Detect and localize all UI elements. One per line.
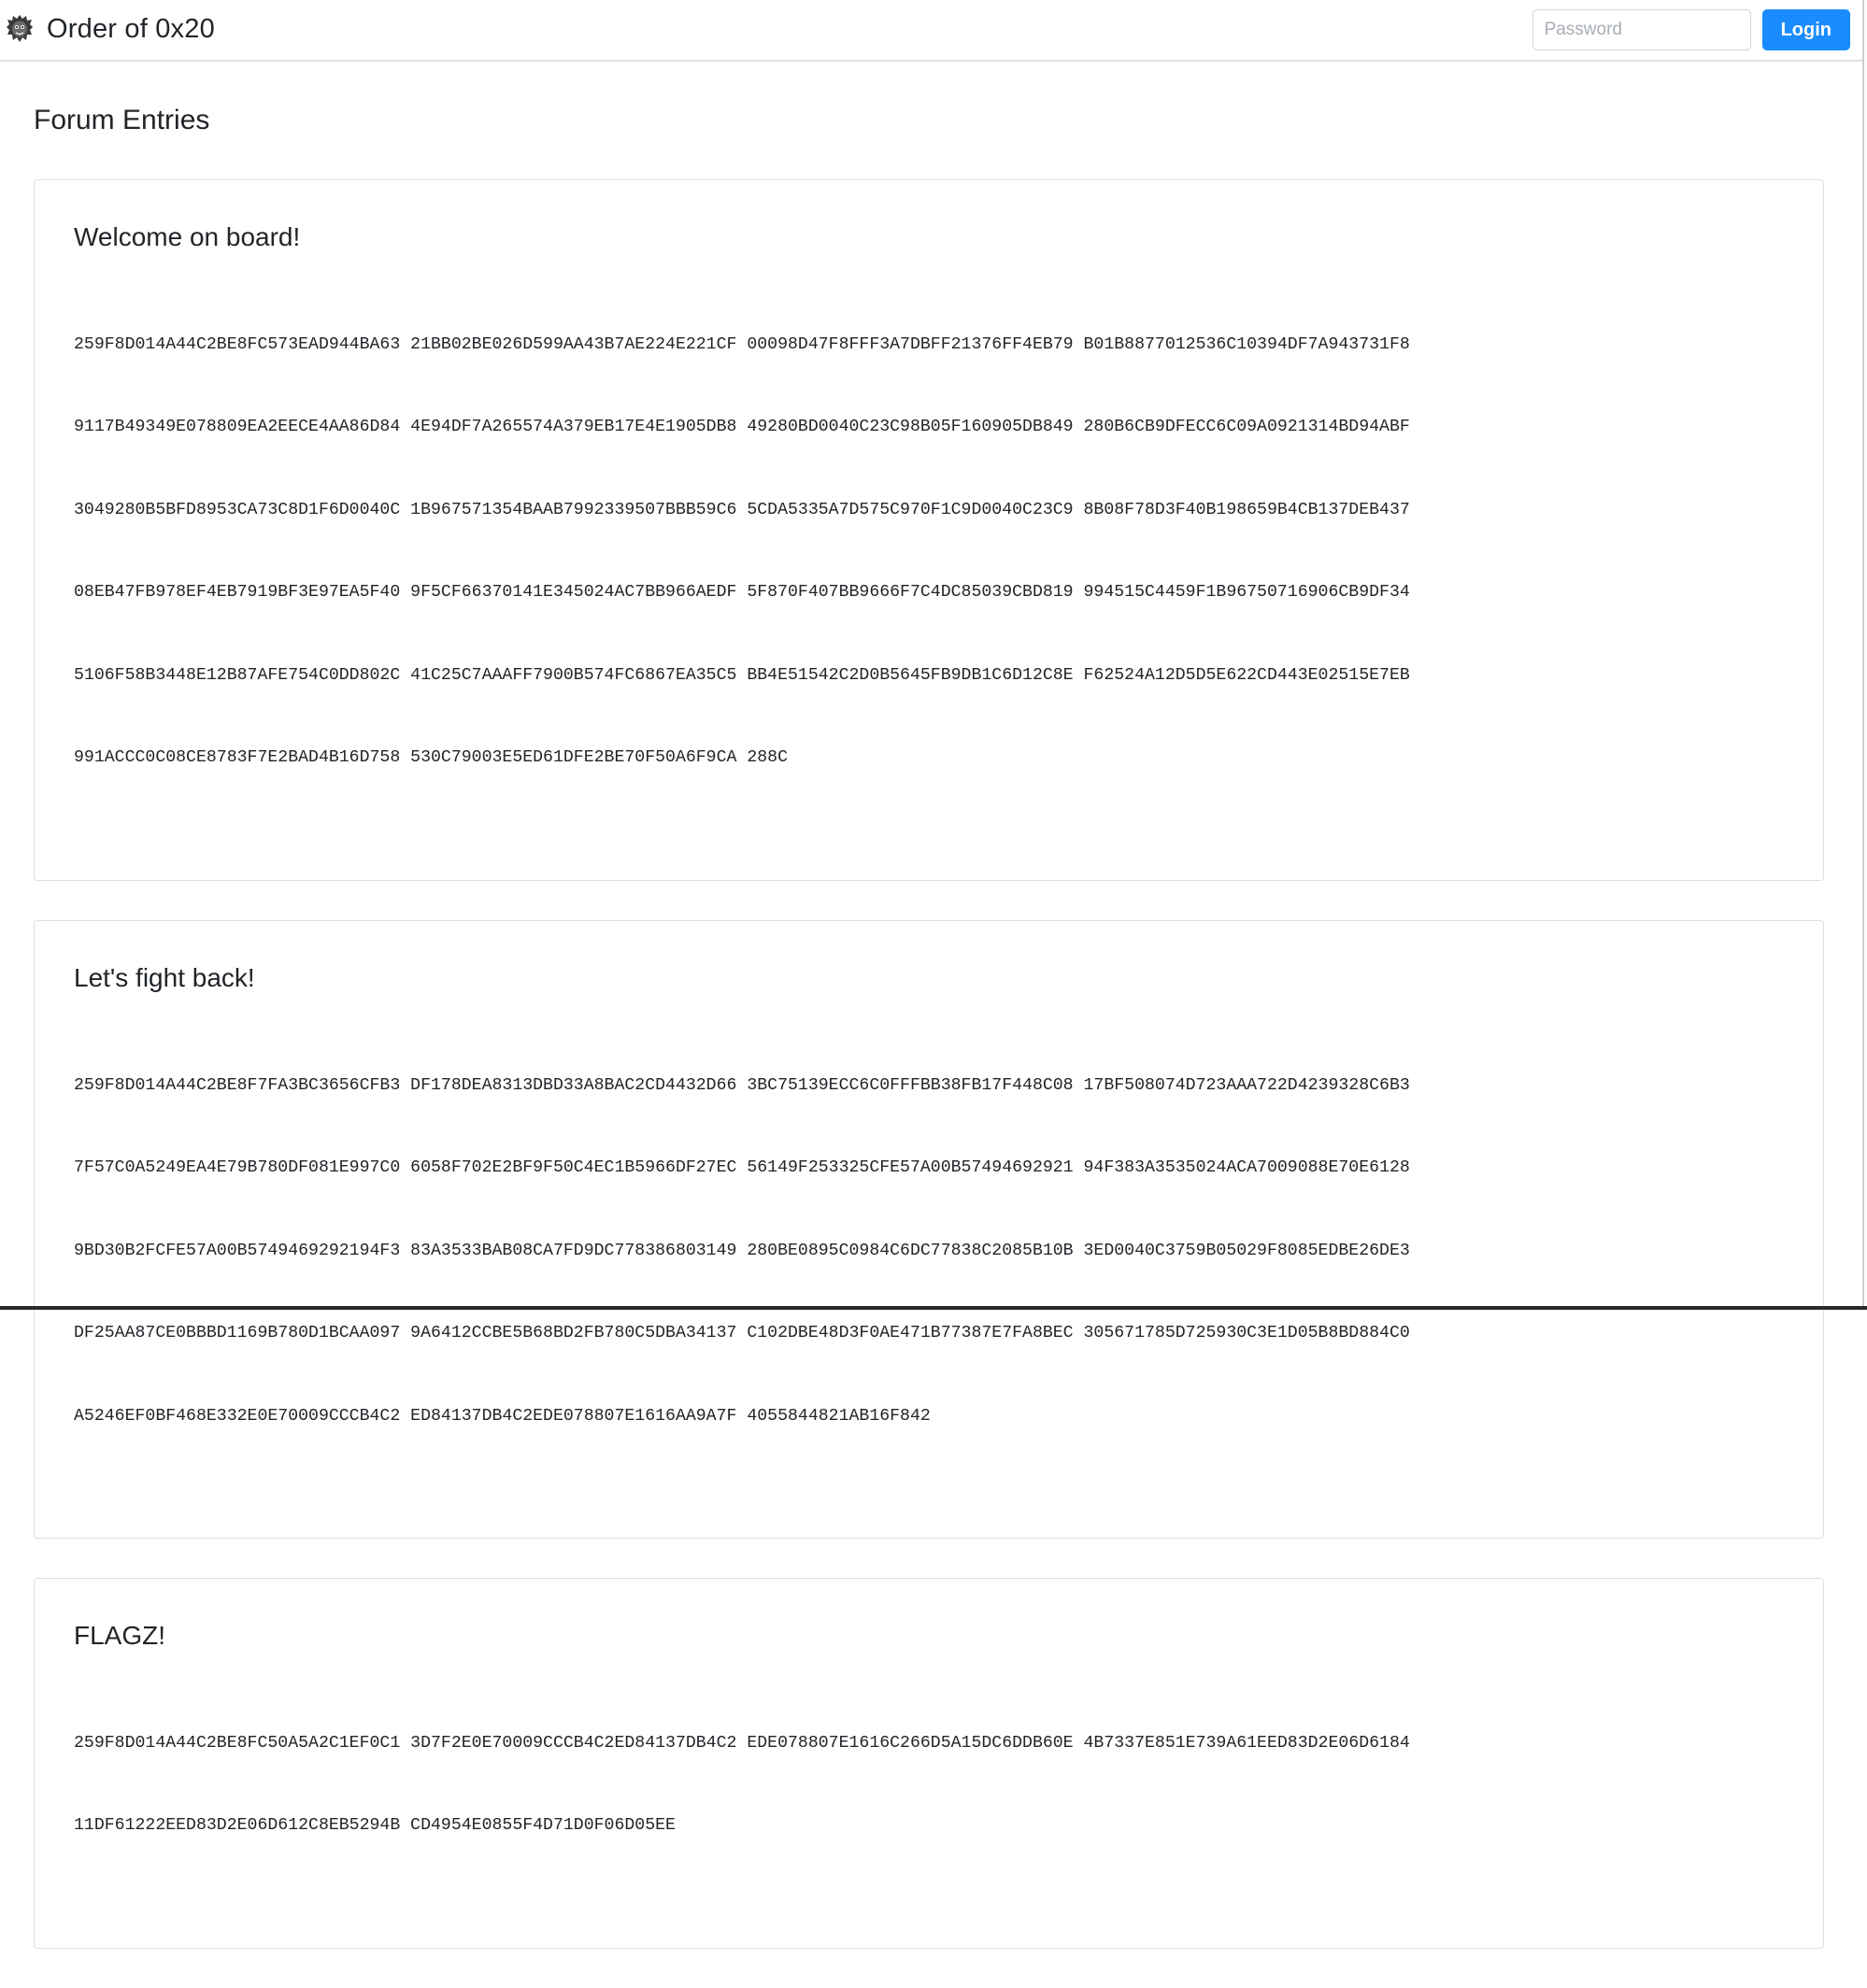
entry-ciphertext: 259F8D014A44C2BE8FC573EAD944BA63 21BB02B…: [74, 277, 1784, 828]
main-content: Forum Entries Welcome on board! 259F8D01…: [34, 62, 1824, 1988]
login-form: Login: [1532, 9, 1850, 50]
cipher-line: 259F8D014A44C2BE8FC50A5A2C1EF0C1 3D7F2E0…: [74, 1730, 1784, 1758]
forum-entry: FLAGZ! 259F8D014A44C2BE8FC50A5A2C1EF0C1 …: [34, 1578, 1824, 1949]
brand[interactable]: Order of 0x20: [6, 13, 215, 45]
entry-ciphertext: 259F8D014A44C2BE8FC50A5A2C1EF0C1 3D7F2E0…: [74, 1675, 1784, 1896]
login-button[interactable]: Login: [1762, 9, 1850, 50]
entry-title: FLAGZ!: [74, 1622, 1784, 1651]
brand-name: Order of 0x20: [47, 14, 215, 45]
cipher-line: 08EB47FB978EF4EB7919BF3E97EA5F40 9F5CF66…: [74, 579, 1784, 607]
forum-entry: Let's fight back! 259F8D014A44C2BE8F7FA3…: [34, 920, 1824, 1539]
entry-ciphertext: 259F8D014A44C2BE8F7FA3BC3656CFB3 DF178DE…: [74, 1017, 1784, 1486]
window-edge: [1862, 0, 1867, 1310]
window-bottom-edge: [0, 1306, 1867, 1310]
cipher-line: A5246EF0BF468E332E0E70009CCCB4C2 ED84137…: [74, 1403, 1784, 1431]
cipher-line: 7F57C0A5249EA4E79B780DF081E997C0 6058F70…: [74, 1155, 1784, 1183]
cipher-line: 259F8D014A44C2BE8FC573EAD944BA63 21BB02B…: [74, 332, 1784, 360]
page-title: Forum Entries: [34, 62, 1824, 135]
cipher-line: 9BD30B2FCFE57A00B5749469292194F3 83A3533…: [74, 1238, 1784, 1266]
cipher-line: 9117B49349E078809EA2EECE4AA86D84 4E94DF7…: [74, 414, 1784, 442]
top-navbar: Order of 0x20 Login: [0, 0, 1867, 62]
entry-title: Let's fight back!: [74, 964, 1784, 993]
password-input[interactable]: [1532, 9, 1751, 50]
forum-entries: Welcome on board! 259F8D014A44C2BE8FC573…: [34, 179, 1824, 1949]
cipher-line: 3049280B5BFD8953CA73C8D1F6D0040C 1B96757…: [74, 497, 1784, 525]
cipher-line: DF25AA87CE0BBBD1169B780D1BCAA097 9A6412C…: [74, 1320, 1784, 1348]
forum-entry: Welcome on board! 259F8D014A44C2BE8FC573…: [34, 179, 1824, 881]
cipher-line: 11DF61222EED83D2E06D612C8EB5294B CD4954E…: [74, 1812, 1784, 1840]
entry-title: Welcome on board!: [74, 223, 1784, 252]
cipher-line: 259F8D014A44C2BE8F7FA3BC3656CFB3 DF178DE…: [74, 1072, 1784, 1100]
cipher-line: 5106F58B3448E12B87AFE754C0DD802C 41C25C7…: [74, 662, 1784, 690]
cipher-line: 991ACCC0C08CE8783F7E2BAD4B16D758 530C790…: [74, 745, 1784, 773]
hedgehog-logo-icon: [6, 13, 34, 45]
